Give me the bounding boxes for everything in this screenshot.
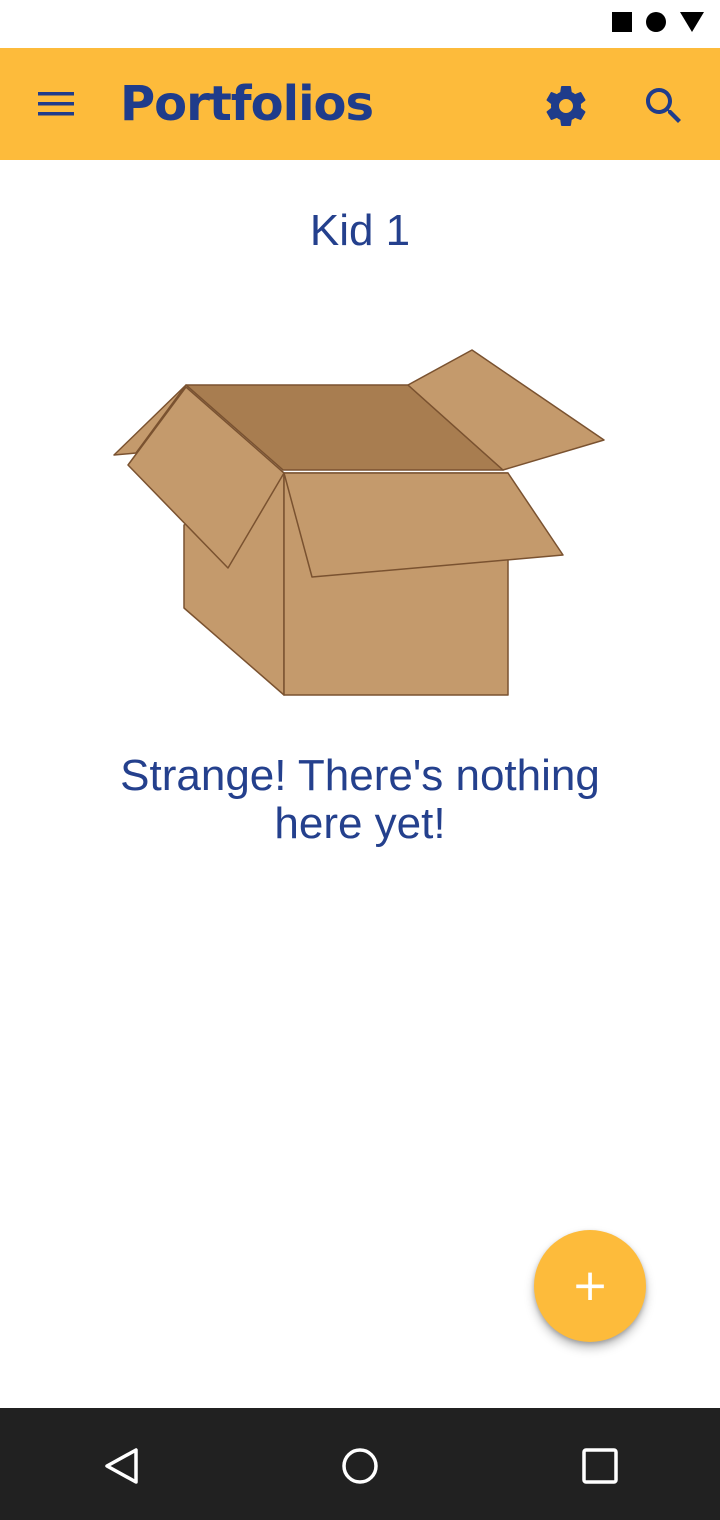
back-icon bbox=[105, 1448, 138, 1484]
search-button[interactable] bbox=[632, 76, 696, 136]
triangle-icon bbox=[680, 12, 704, 32]
square-icon bbox=[612, 12, 632, 32]
navigation-bar bbox=[0, 1408, 720, 1520]
menu-icon bbox=[38, 92, 74, 116]
circle-icon bbox=[646, 12, 666, 32]
back-button[interactable] bbox=[92, 1436, 152, 1496]
search-icon bbox=[646, 88, 681, 123]
home-button[interactable] bbox=[330, 1436, 390, 1496]
kid-name: Kid 1 bbox=[309, 206, 411, 255]
status-bar bbox=[0, 0, 720, 48]
page-title: Portfolios bbox=[120, 76, 374, 132]
empty-state-message: Strange! There's nothing here yet! bbox=[120, 751, 600, 848]
status-icons bbox=[612, 12, 704, 32]
home-icon bbox=[342, 1448, 378, 1484]
settings-button[interactable] bbox=[534, 76, 598, 136]
recents-icon bbox=[582, 1448, 618, 1484]
plus-icon: + bbox=[571, 1260, 609, 1311]
recents-button[interactable] bbox=[570, 1436, 630, 1496]
settings-icon bbox=[546, 86, 586, 126]
app-bar: Portfolios bbox=[0, 48, 720, 160]
screen: Portfolios Kid 1 Strange! There's nothin… bbox=[0, 0, 720, 1520]
open-box-illustration bbox=[113, 349, 605, 696]
menu-button[interactable] bbox=[22, 76, 90, 132]
add-button[interactable]: + bbox=[534, 1230, 646, 1342]
